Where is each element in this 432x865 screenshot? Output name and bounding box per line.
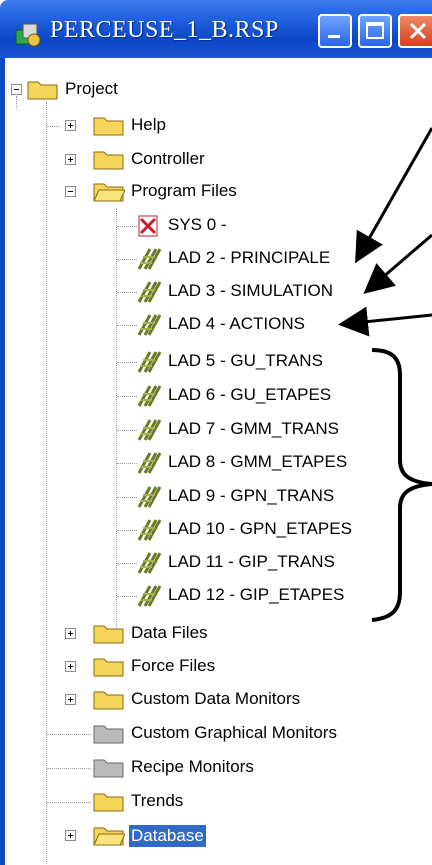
annotation-overlay <box>338 127 432 622</box>
rslogix-project-window: PERCEUSE_1_B.RSP Project Help Controller… <box>0 0 432 865</box>
annotation-brace <box>371 348 432 622</box>
annotation-arrow <box>338 306 432 337</box>
annotation-arrow <box>363 233 432 294</box>
annotation-arrow <box>355 127 432 264</box>
